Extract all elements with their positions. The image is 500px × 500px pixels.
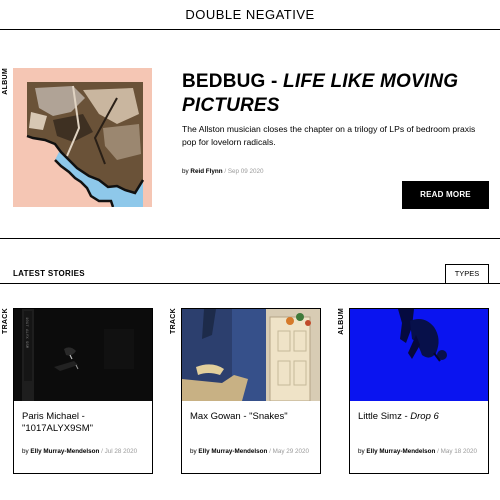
story-card-byline: by Elly Murray-Mendelson / Jul 28 2020 [22, 447, 146, 456]
hero-title-plain: BEDBUG - [182, 71, 284, 92]
story-card-byline: by Elly Murray-Mendelson / May 29 2020 [190, 447, 314, 456]
story-card-title[interactable]: Little Simz - Drop 6 [358, 411, 482, 423]
story-card-title-plain: Max Gowan - "Snakes" [190, 411, 288, 422]
publish-date: Sep 09 2020 [227, 168, 264, 175]
byline-prefix: by [22, 448, 29, 455]
author-link[interactable]: Elly Murray-Mendelson [198, 448, 267, 455]
publish-date: May 29 2020 [272, 448, 310, 455]
hero-album-art[interactable] [13, 68, 152, 207]
publish-date: May 18 2020 [440, 448, 478, 455]
card-type-label: ALBUM [338, 308, 345, 335]
track-artwork-image [182, 309, 320, 401]
story-card[interactable]: 1017 ALYX 9SM Paris Michael - "1017ALYX9… [13, 308, 153, 474]
story-card-title-plain: Little Simz - [358, 411, 411, 422]
section-heading-rule [0, 283, 500, 284]
story-card-title-italic: Drop 6 [410, 411, 439, 422]
latest-stories-heading: LATEST STORIES [13, 269, 85, 278]
author-link[interactable]: Elly Murray-Mendelson [366, 448, 435, 455]
story-card-title-plain: Paris Michael - "1017ALYX9SM" [22, 411, 93, 434]
track-artwork-image: 1017 ALYX 9SM [14, 309, 152, 401]
hero-title[interactable]: BEDBUG - LIFE LIKE MOVING PICTURES [182, 70, 482, 118]
story-card-title[interactable]: Paris Michael - "1017ALYX9SM" [22, 411, 146, 435]
byline-prefix: by [358, 448, 365, 455]
hero-type-label: ALBUM [2, 68, 9, 95]
byline-prefix: by [190, 448, 197, 455]
hero-byline: by Reid Flynn / Sep 09 2020 [182, 167, 264, 176]
story-card-byline: by Elly Murray-Mendelson / May 18 2020 [358, 447, 482, 456]
byline-prefix: by [182, 168, 189, 175]
svg-text:1017 ALYX 9SM: 1017 ALYX 9SM [24, 317, 28, 349]
top-bar: DOUBLE NEGATIVE [0, 0, 500, 30]
byline-separator: / [224, 168, 227, 175]
section-divider [0, 238, 500, 239]
byline-separator: / [437, 448, 439, 455]
author-link[interactable]: Elly Murray-Mendelson [30, 448, 99, 455]
album-artwork-image [350, 309, 488, 401]
story-card-image[interactable] [182, 309, 320, 401]
read-more-button[interactable]: READ MORE [402, 181, 489, 209]
hero-artwork-image [13, 68, 152, 207]
story-card-title[interactable]: Max Gowan - "Snakes" [190, 411, 314, 423]
story-card-image[interactable] [350, 309, 488, 401]
publish-date: Jul 28 2020 [104, 448, 138, 455]
story-card-image[interactable]: 1017 ALYX 9SM [14, 309, 152, 401]
byline-separator: / [101, 448, 103, 455]
card-type-label: TRACK [2, 308, 9, 334]
types-filter-button[interactable]: TYPES [445, 264, 489, 284]
hero-description: The Allston musician closes the chapter … [182, 124, 476, 147]
author-link[interactable]: Reid Flynn [190, 168, 222, 175]
byline-separator: / [269, 448, 271, 455]
site-title[interactable]: DOUBLE NEGATIVE [0, 7, 500, 22]
story-card[interactable]: Max Gowan - "Snakes" by Elly Murray-Mend… [181, 308, 321, 474]
card-type-label: TRACK [170, 308, 177, 334]
story-card[interactable]: Little Simz - Drop 6 by Elly Murray-Mend… [349, 308, 489, 474]
